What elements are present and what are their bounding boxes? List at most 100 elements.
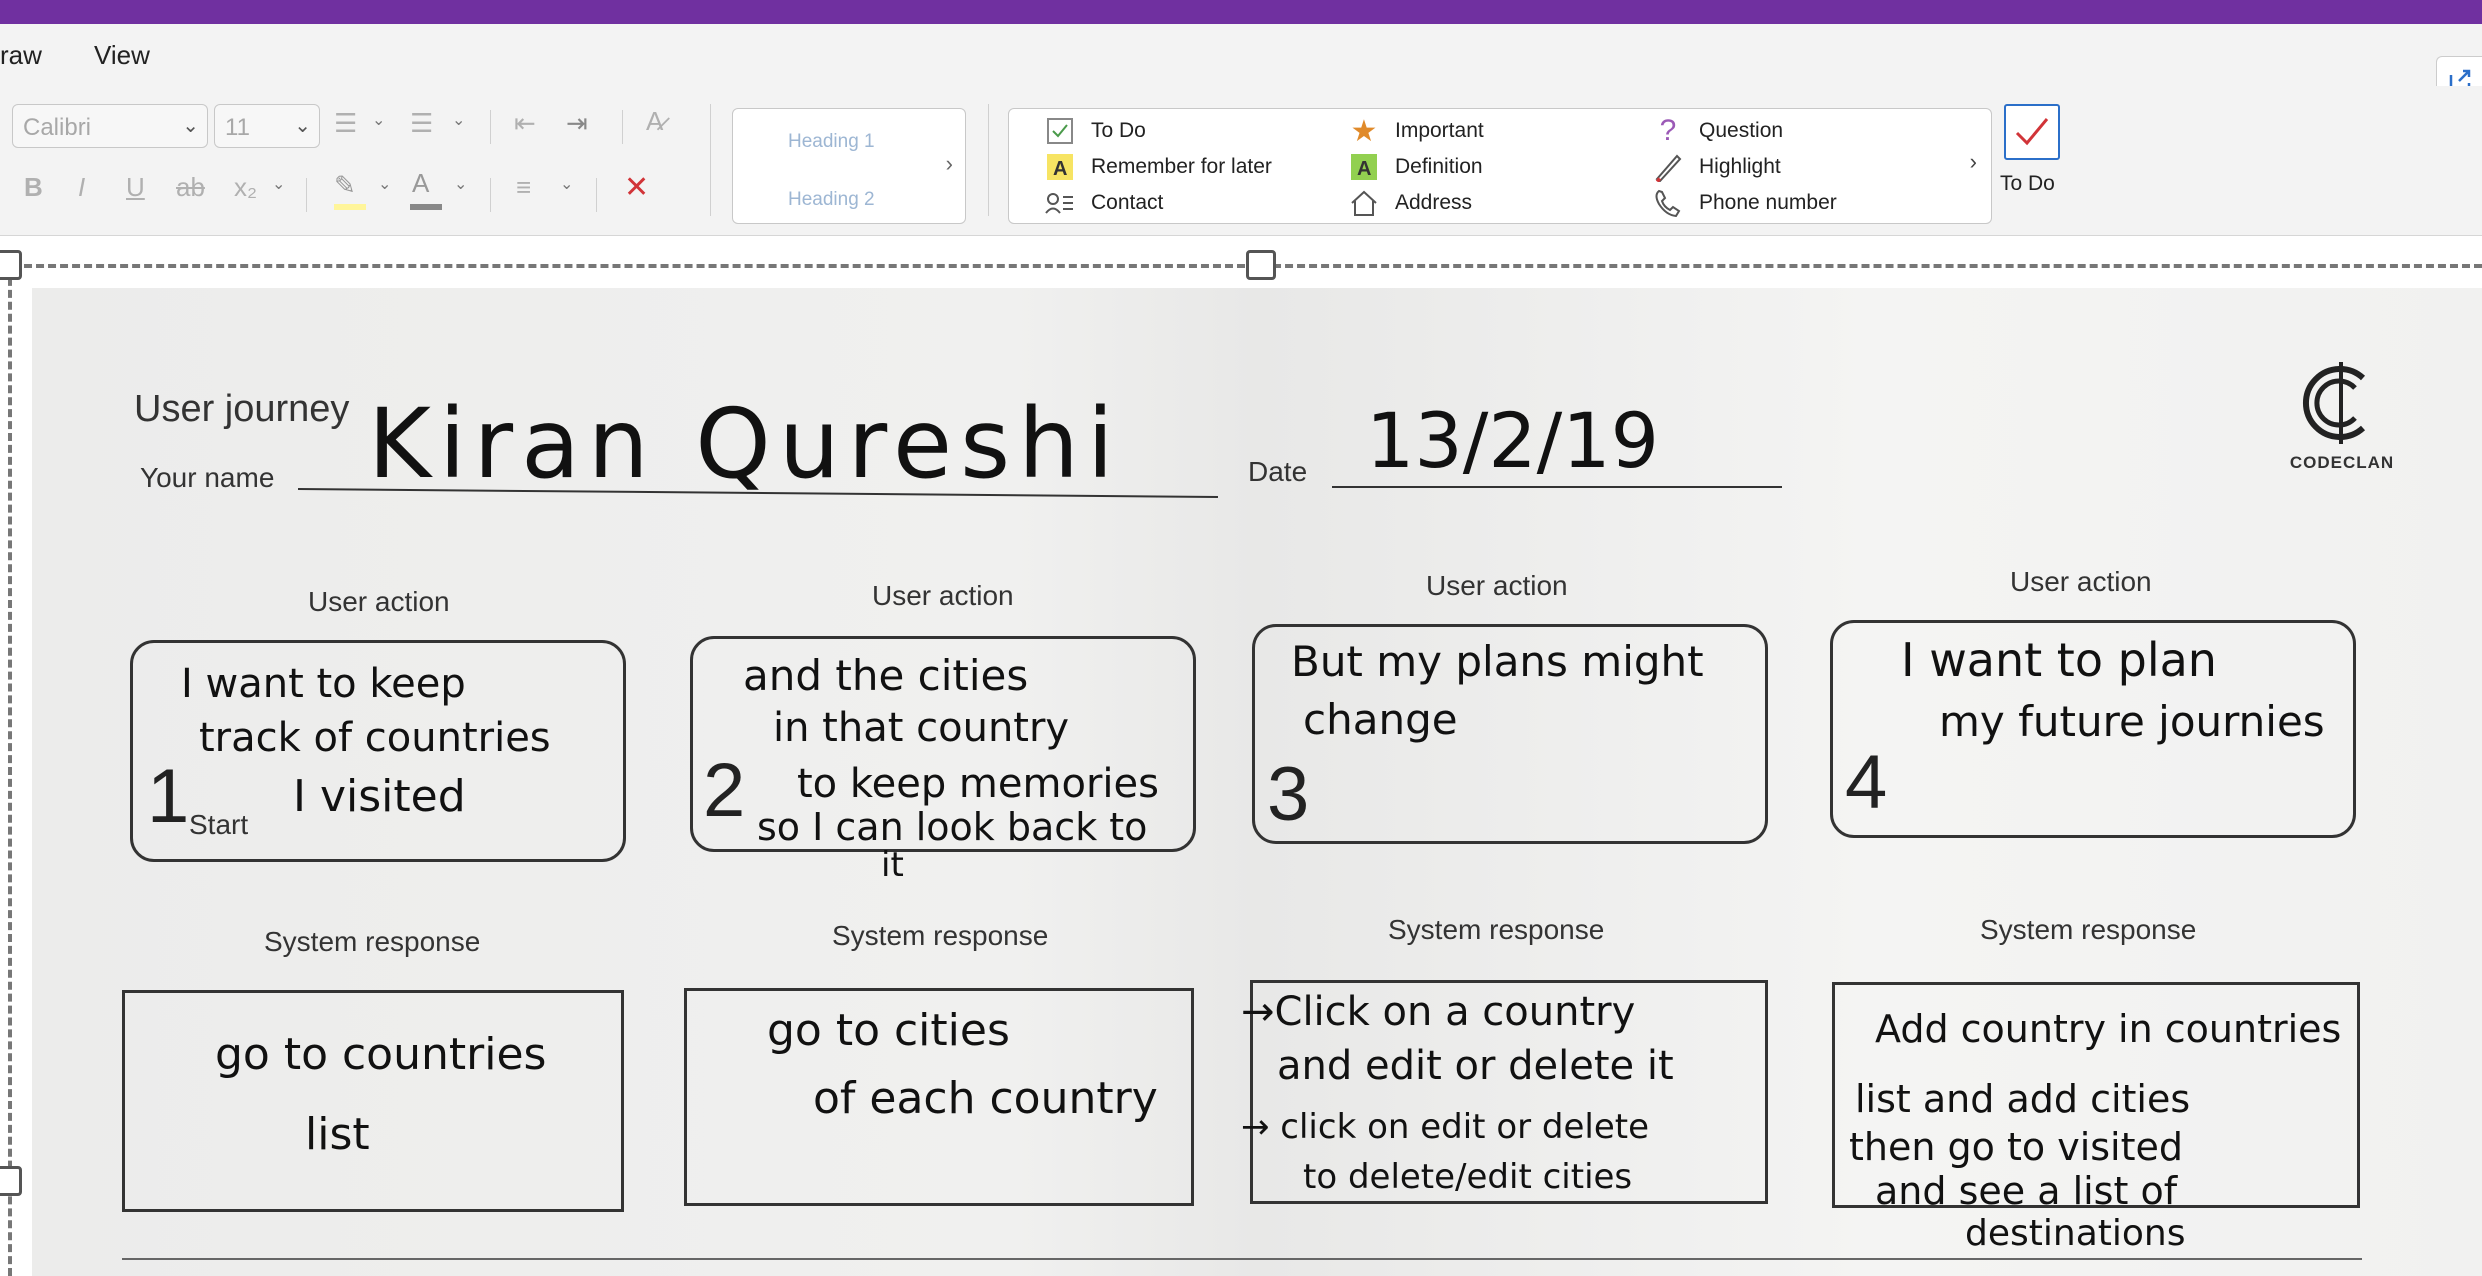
- chevron-down-icon: ⌄: [294, 115, 311, 137]
- bold-icon[interactable]: B: [24, 172, 43, 203]
- action-card-4: 4 I want to plan my future journies: [1830, 620, 2356, 838]
- subscript-icon[interactable]: x₂: [234, 172, 257, 203]
- todo-tag-label: To Do: [2000, 172, 2055, 195]
- response-text-line: go to cities: [767, 1005, 1010, 1056]
- chevron-down-icon[interactable]: ⌄: [454, 174, 467, 194]
- date-label: Date: [1248, 456, 1308, 487]
- action-text-line: so I can look back to: [757, 805, 1148, 849]
- tag-label: Phone number: [1699, 191, 1837, 214]
- codeclan-logo: CODECLAN: [2282, 358, 2402, 472]
- font-size-select[interactable]: 11 ⌄: [214, 104, 320, 148]
- response-text-line: of each country: [813, 1073, 1158, 1124]
- chevron-down-icon[interactable]: ⌄: [272, 174, 285, 194]
- styles-gallery[interactable]: Heading 1 Heading 2 ›: [732, 108, 966, 224]
- delete-icon[interactable]: ✕: [624, 170, 649, 205]
- menu-view[interactable]: View: [94, 40, 150, 71]
- system-response-label-2: System response: [832, 920, 1049, 951]
- highlight-color-bar: [334, 204, 366, 210]
- chevron-down-icon: ⌄: [182, 115, 199, 137]
- tag-question[interactable]: ? Question: [1653, 114, 1783, 147]
- resize-handle-top-left[interactable]: [0, 250, 22, 280]
- tag-label: Remember for later: [1091, 155, 1272, 178]
- user-journey-photo[interactable]: User journey Your name Kiran Qureshi Dat…: [32, 288, 2482, 1276]
- response-text-line: destinations: [1965, 1213, 2186, 1254]
- divider: [710, 104, 711, 216]
- chevron-down-icon[interactable]: ⌄: [452, 110, 465, 130]
- divider: [490, 110, 491, 144]
- tag-important[interactable]: ★ Important: [1349, 114, 1484, 148]
- handwritten-name: Kiran Qureshi: [368, 388, 1122, 500]
- strikethrough-icon[interactable]: ab: [176, 172, 205, 203]
- chevron-right-icon[interactable]: ›: [1970, 149, 1977, 175]
- clear-format-icon[interactable]: A̷: [646, 106, 663, 137]
- tag-address[interactable]: Address: [1349, 187, 1472, 219]
- your-name-label: Your name: [140, 462, 275, 493]
- phone-icon: [1653, 188, 1683, 218]
- divider: [988, 104, 989, 216]
- todo-tag-button[interactable]: [2004, 104, 2060, 160]
- action-card-3: 3 But my plans might change: [1252, 624, 1768, 844]
- contact-card-icon: [1045, 188, 1075, 218]
- tag-remember[interactable]: A Remember for later: [1045, 151, 1272, 183]
- underline-icon[interactable]: U: [126, 172, 145, 203]
- action-text-line: track of countries: [199, 715, 551, 761]
- align-icon[interactable]: ≡: [516, 172, 531, 203]
- response-text-line: and edit or delete it: [1277, 1043, 1674, 1089]
- tag-label: Important: [1395, 119, 1484, 142]
- highlight-a-icon: A: [1045, 152, 1075, 182]
- divider: [306, 178, 307, 212]
- chevron-down-icon[interactable]: ⌄: [560, 174, 573, 194]
- start-label: Start: [189, 809, 249, 840]
- tag-label: Address: [1395, 191, 1473, 214]
- numbered-list-icon[interactable]: ☰: [410, 108, 433, 139]
- action-text-line: I want to plan: [1901, 633, 2217, 687]
- action-text-line: in that country: [773, 705, 1070, 751]
- date-line: [1332, 486, 1782, 488]
- step-number: 4: [1845, 740, 1888, 825]
- response-box-4: Add country in countries list and add ci…: [1832, 982, 2360, 1254]
- action-text-line: But my plans might: [1291, 637, 1704, 686]
- checkbox-icon: [1045, 116, 1075, 146]
- tag-phone[interactable]: Phone number: [1653, 187, 1837, 219]
- selection-border-left: [8, 266, 12, 1276]
- italic-icon[interactable]: I: [78, 172, 85, 203]
- font-size-value: 11: [225, 114, 250, 141]
- font-color-icon[interactable]: A: [412, 168, 429, 199]
- action-card-1: 1 Start I want to keep track of countrie…: [130, 640, 626, 862]
- tag-definition[interactable]: A Definition: [1349, 151, 1483, 183]
- chevron-down-icon[interactable]: ⌄: [378, 174, 391, 194]
- action-text-line: to keep memories: [797, 761, 1159, 807]
- divider: [622, 110, 623, 144]
- tag-todo[interactable]: To Do: [1045, 115, 1146, 147]
- action-text-line: I want to keep: [181, 661, 466, 707]
- menu-draw[interactable]: raw: [0, 40, 42, 71]
- bullet-list-icon[interactable]: ☰: [334, 108, 357, 139]
- style-heading-2[interactable]: Heading 2: [788, 189, 875, 211]
- decrease-indent-icon[interactable]: ⇤: [514, 108, 536, 139]
- system-response-label-4: System response: [1980, 914, 2197, 945]
- resize-handle-top-center[interactable]: [1246, 250, 1276, 280]
- chevron-down-icon[interactable]: ⌄: [372, 110, 385, 130]
- resize-handle-left-middle[interactable]: [0, 1166, 22, 1196]
- response-text-line: list and add cities: [1855, 1077, 2191, 1121]
- step-number: 1: [147, 754, 190, 839]
- action-text-line: my future journies: [1939, 697, 2325, 746]
- pen-icon: [1653, 152, 1683, 182]
- star-icon: ★: [1350, 114, 1378, 148]
- title-bar: [0, 0, 2482, 24]
- green-a-icon: A: [1349, 152, 1379, 182]
- codeclan-logo-text: CODECLAN: [2289, 453, 2395, 472]
- tags-gallery: To Do A Remember for later Contact ★ Imp…: [1008, 108, 1992, 224]
- tag-contact[interactable]: Contact: [1045, 187, 1163, 219]
- increase-indent-icon[interactable]: ⇥: [566, 108, 588, 139]
- highlighter-icon[interactable]: ✎: [334, 170, 356, 201]
- chevron-right-icon[interactable]: ›: [946, 151, 953, 177]
- action-text-line: it: [881, 845, 904, 885]
- response-box-3: →Click on a country and edit or delete i…: [1241, 980, 1768, 1204]
- tag-highlight[interactable]: Highlight: [1653, 151, 1781, 183]
- response-text-line: then go to visited: [1849, 1125, 2184, 1169]
- step-number: 2: [703, 748, 746, 833]
- user-action-label-1: User action: [308, 586, 450, 617]
- style-heading-1[interactable]: Heading 1: [788, 131, 875, 153]
- font-name-select[interactable]: Calibri ⌄: [12, 104, 208, 148]
